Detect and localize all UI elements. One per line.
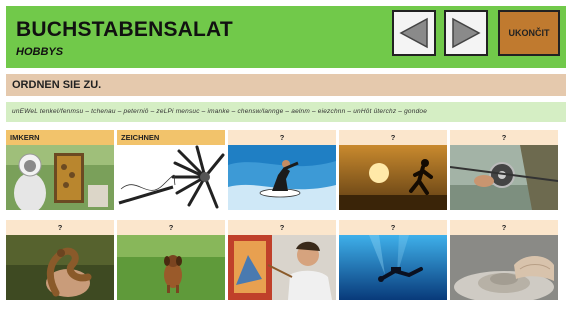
end-button[interactable]: UKONČIT [498, 10, 560, 56]
answer-label[interactable]: ZEICHNEN [117, 130, 225, 145]
triangle-right-icon [452, 17, 481, 49]
answer-slot[interactable]: ? [339, 220, 447, 235]
beekeeper-photo [6, 145, 114, 210]
triangle-left-icon [399, 17, 428, 49]
next-button[interactable] [444, 10, 488, 56]
word-bank: unEWeL tenkeI/fenmsu – tchenau – peterni… [6, 102, 566, 122]
pottery-photo [450, 235, 558, 300]
answer-slot[interactable]: ? [339, 130, 447, 145]
answer-label[interactable]: IMKERN [6, 130, 114, 145]
picture-card: ? [339, 220, 447, 300]
answer-slot[interactable]: ? [450, 220, 558, 235]
snake-hands-photo [6, 235, 114, 300]
page-subtitle: HOBBYS [16, 46, 64, 58]
picture-card: ? [228, 130, 336, 210]
answer-slot[interactable]: ? [6, 220, 114, 235]
dog-running-photo [117, 235, 225, 300]
fishing-reel-photo [450, 145, 558, 210]
surfer-photo [228, 145, 336, 210]
answer-slot[interactable]: ? [228, 220, 336, 235]
picture-grid: IMKERN ZEICHNEN ? ? ? ? ? ? ? ? [6, 130, 558, 300]
diver-photo [339, 235, 447, 300]
instruction-text: ORDNEN SIE ZU. [6, 74, 566, 96]
picture-card: IMKERN [6, 130, 114, 210]
answer-slot[interactable]: ? [117, 220, 225, 235]
picture-card: ? [117, 220, 225, 300]
runner-sunset-photo [339, 145, 447, 210]
picture-card: ZEICHNEN [117, 130, 225, 210]
pencils-photo [117, 145, 225, 210]
picture-card: ? [450, 130, 558, 210]
answer-slot[interactable]: ? [450, 130, 558, 145]
picture-card: ? [6, 220, 114, 300]
page-title: BUCHSTABENSALAT [16, 18, 233, 41]
previous-button[interactable] [392, 10, 436, 56]
picture-card: ? [228, 220, 336, 300]
picture-card: ? [450, 220, 558, 300]
answer-slot[interactable]: ? [228, 130, 336, 145]
picture-card: ? [339, 130, 447, 210]
painter-photo [228, 235, 336, 300]
